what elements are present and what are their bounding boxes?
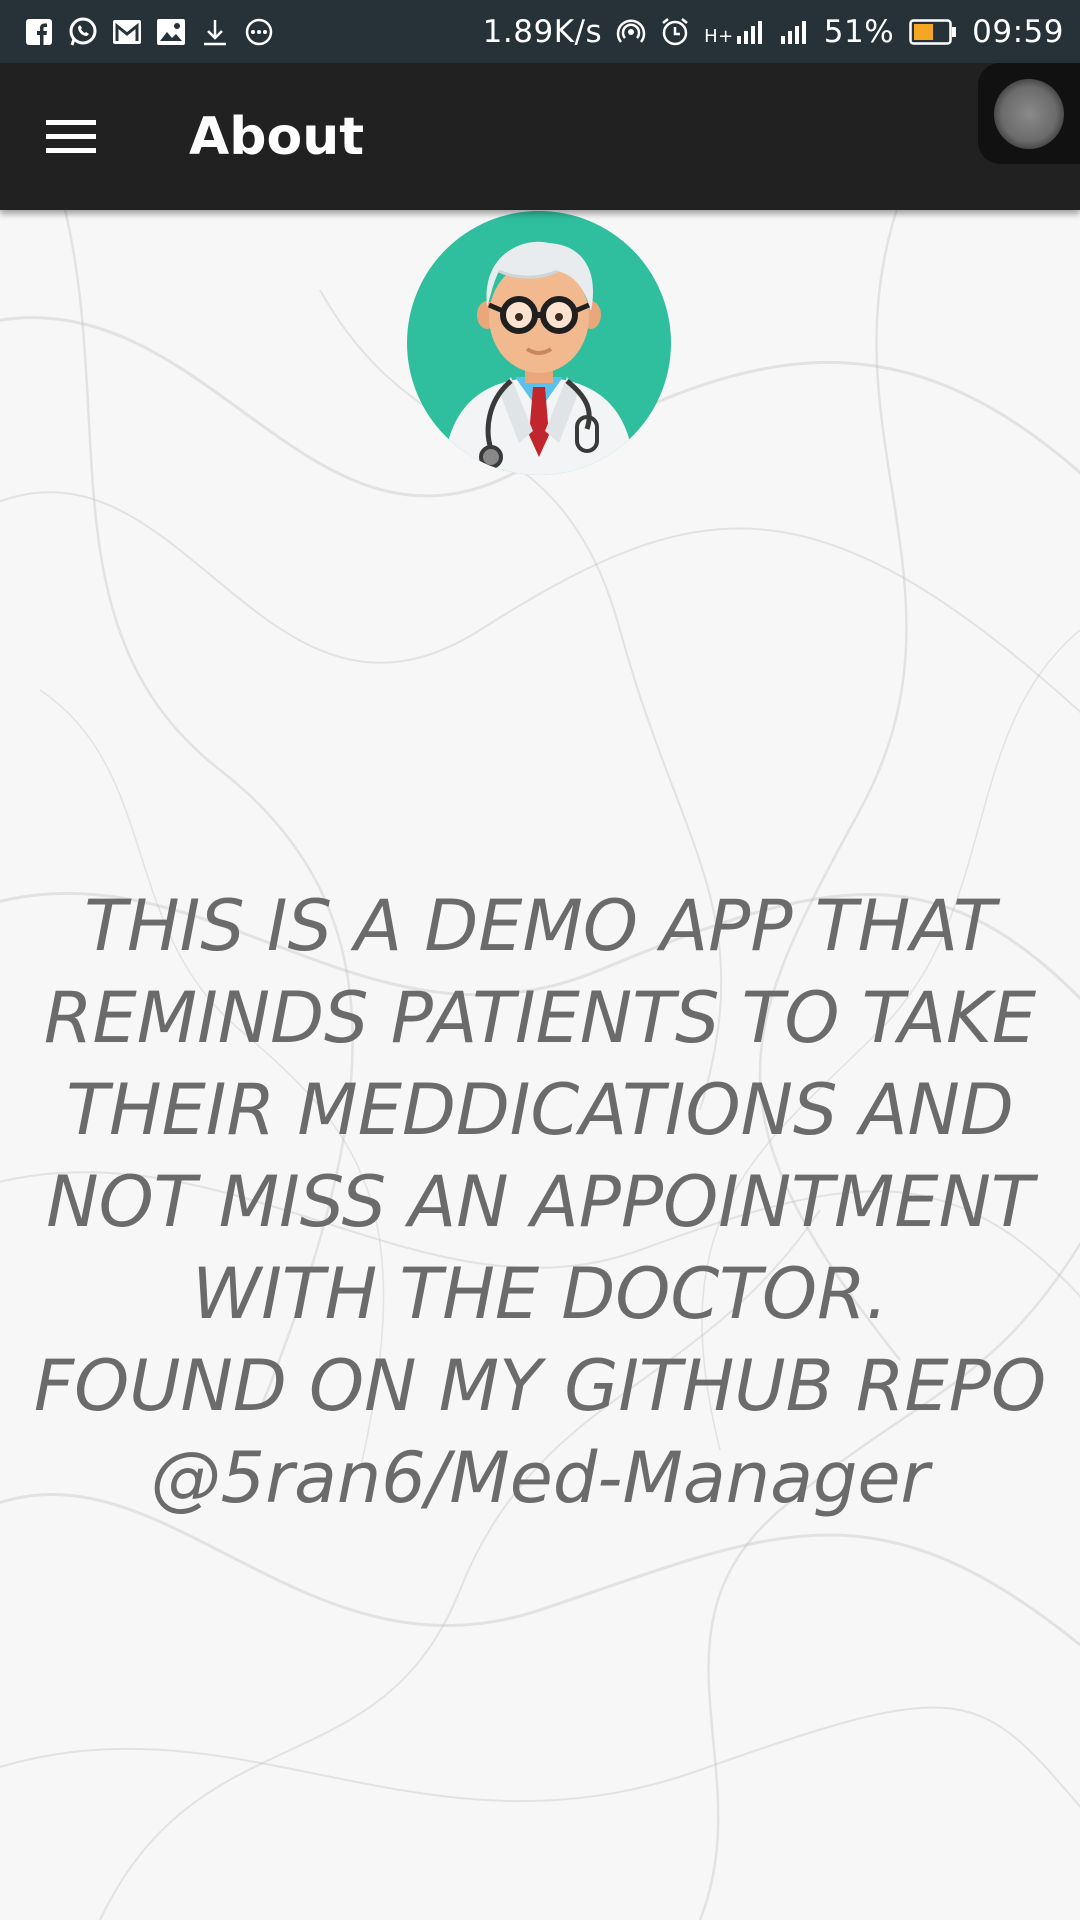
gallery-icon <box>156 17 186 47</box>
about-description: THIS IS A DEMO APP THAT REMINDS PATIENTS… <box>33 885 1047 1519</box>
network-speed: 1.89K/s <box>482 13 603 50</box>
download-icon <box>200 17 230 47</box>
notification-icons <box>24 17 274 47</box>
menu-button[interactable] <box>36 105 108 169</box>
hamburger-menu-icon <box>46 120 96 153</box>
more-icon <box>244 17 274 47</box>
status-bar: 1.89K/s H+ 51% 09:59 <box>0 0 1080 63</box>
signal-icon <box>736 17 766 47</box>
battery-icon <box>908 17 958 47</box>
facebook-icon <box>24 17 54 47</box>
battery-percent: 51% <box>823 13 895 50</box>
hotspot-icon <box>616 17 646 47</box>
assistive-touch-icon <box>994 78 1064 149</box>
doctor-icon <box>407 211 671 475</box>
clock: 09:59 <box>972 13 1064 50</box>
about-screen: 1.89K/s H+ 51% 09:59 About THIS IS A DEM… <box>0 0 1080 1920</box>
about-content: THIS IS A DEMO APP THAT REMINDS PATIENTS… <box>0 210 1080 1920</box>
network-type: H+ <box>704 25 734 47</box>
assistive-touch-button[interactable] <box>978 63 1080 164</box>
system-status: 1.89K/s H+ 51% 09:59 <box>483 14 1064 50</box>
app-bar: About <box>0 63 1080 210</box>
signal-group: H+ <box>704 17 766 47</box>
signal-icon-2 <box>780 17 810 47</box>
page-title: About <box>189 107 365 167</box>
whatsapp-icon <box>68 17 98 47</box>
alarm-icon <box>660 17 690 47</box>
gmail-icon <box>112 17 142 47</box>
